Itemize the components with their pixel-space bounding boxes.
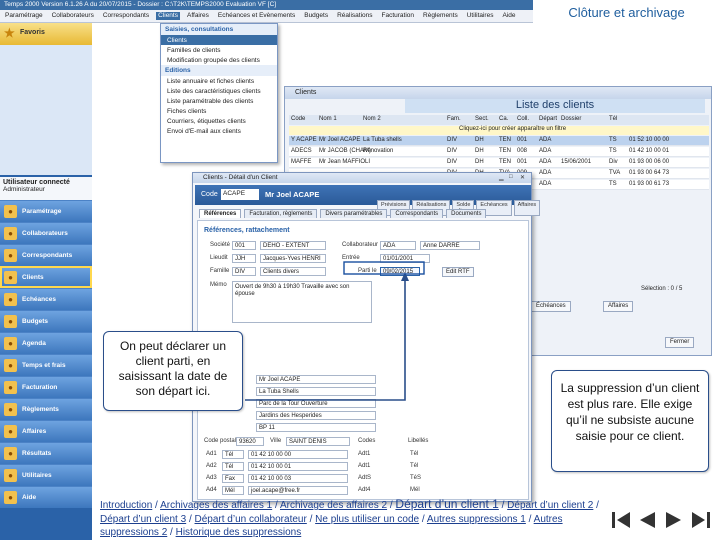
- footer-link[interactable]: Historique des suppressions: [176, 527, 302, 538]
- footer-link[interactable]: Archivage des affaires 2: [280, 500, 387, 511]
- left-callout-arrow: [245, 278, 406, 401]
- footer-separator: /: [525, 513, 534, 525]
- footer-separator: /: [498, 500, 508, 511]
- slide-navigation: [610, 508, 715, 532]
- footer-link[interactable]: Départ d’un collaborateur: [195, 514, 307, 525]
- footer-link[interactable]: Archivages des affaires 1: [160, 500, 272, 511]
- footer-link[interactable]: Introduction: [100, 500, 152, 511]
- footer-link[interactable]: Autres suppressions 1: [427, 514, 526, 525]
- footer-separator: /: [152, 500, 161, 511]
- footer-separator: /: [272, 500, 280, 511]
- previous-slide-icon[interactable]: [640, 512, 655, 528]
- deletion-callout: La suppression d’un client est plus rare…: [551, 370, 709, 472]
- last-slide-icon[interactable]: [692, 512, 710, 528]
- first-slide-icon[interactable]: [612, 512, 630, 528]
- footer-separator: /: [167, 527, 176, 538]
- footer-link[interactable]: Départ d’un client 1: [395, 497, 498, 511]
- footer-links: Introduction / Archivages des affaires 1…: [100, 497, 610, 540]
- departure-callout: On peut déclarer un client parti, en sai…: [103, 331, 243, 411]
- departure-date-highlight: [343, 261, 425, 275]
- footer-link[interactable]: Départ d’un client 2: [507, 500, 593, 511]
- footer-separator: /: [186, 513, 195, 525]
- next-slide-icon[interactable]: [666, 512, 681, 528]
- footer-link[interactable]: Départ d’un client 3: [100, 514, 186, 525]
- footer-separator: /: [593, 500, 599, 511]
- footer-separator: /: [419, 513, 427, 525]
- footer-link[interactable]: Ne plus utiliser un code: [315, 514, 419, 525]
- footer-separator: /: [306, 513, 316, 525]
